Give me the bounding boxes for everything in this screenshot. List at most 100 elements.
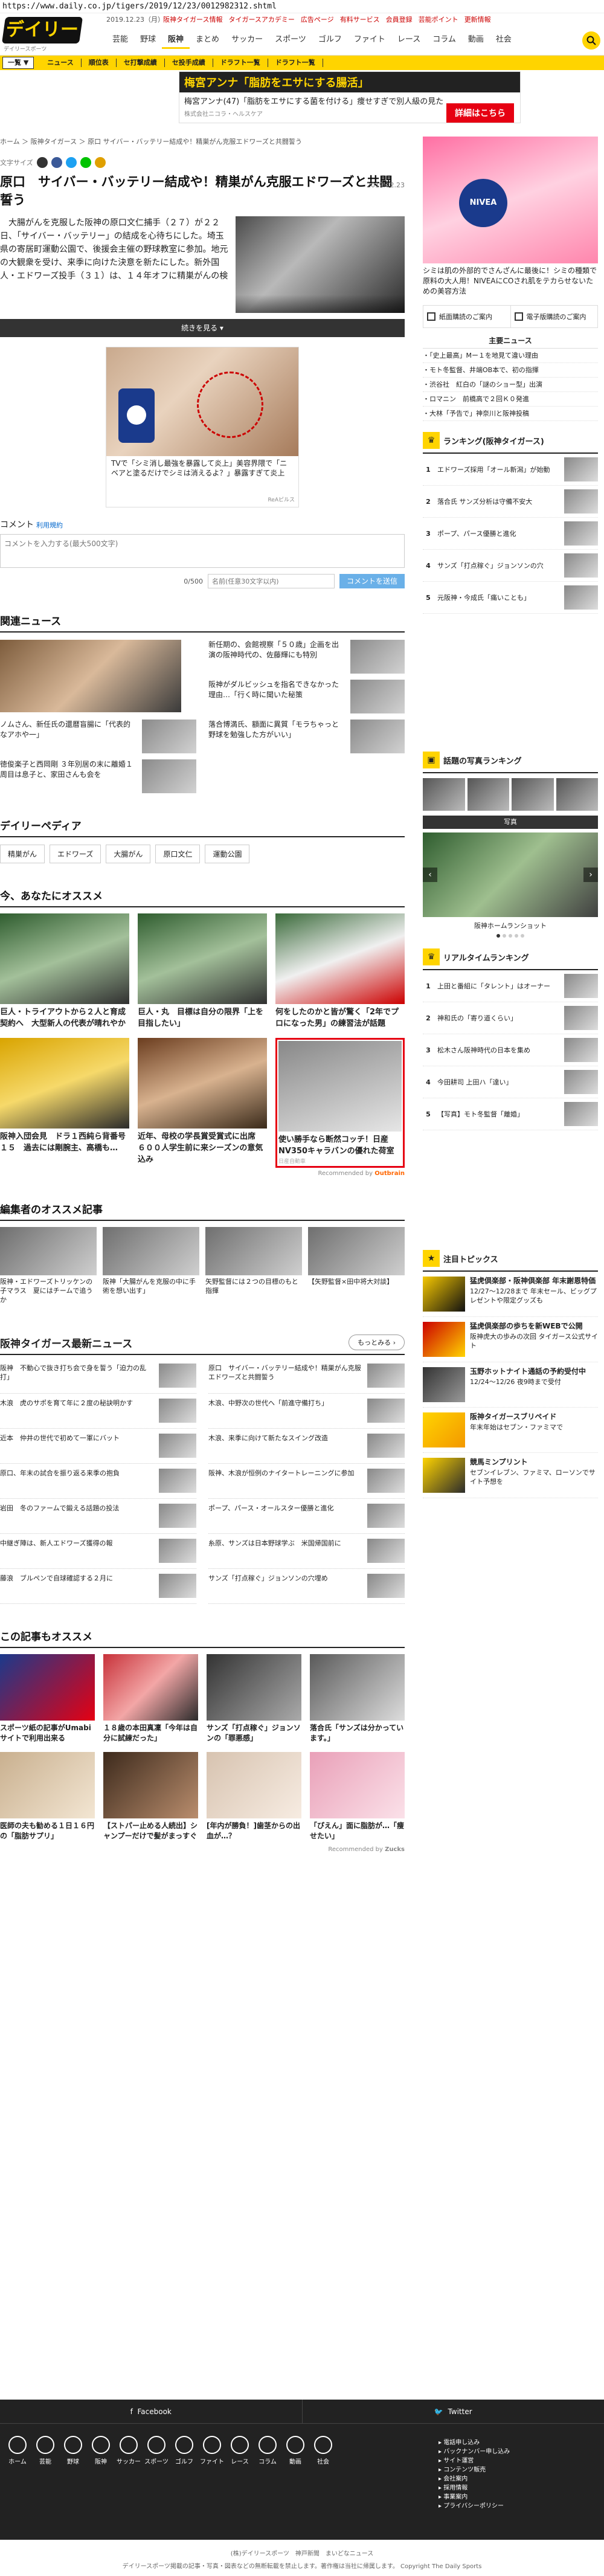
search-button[interactable] bbox=[582, 31, 600, 50]
topic-item[interactable]: 阪神タイガースブリペイド 年末年始はセブン・ファミマで bbox=[423, 1408, 598, 1453]
footer-nav-item[interactable]: 動画 bbox=[281, 2436, 309, 2465]
address-bar[interactable]: https://www.daily.co.jp/tigers/2019/12/2… bbox=[0, 0, 604, 13]
osusume-item[interactable]: 巨人・丸 目標は自分の限界「上を目指したい」 bbox=[138, 913, 267, 1029]
main-news-item[interactable]: 渋谷社 紅白の「謎のショー型」出演 bbox=[423, 378, 598, 392]
comment-input[interactable] bbox=[0, 534, 405, 568]
kono-item[interactable]: 落合氏「サンズは分かっています。」 bbox=[310, 1654, 405, 1744]
footer-link[interactable]: 電話申し込み bbox=[439, 2438, 510, 2447]
name-input[interactable] bbox=[207, 574, 335, 588]
footer-nav-home[interactable]: ホーム bbox=[4, 2436, 31, 2465]
main-news-item[interactable]: 「史上最高」Mー１を地見て違い理由 bbox=[423, 349, 598, 363]
latest-item[interactable]: ポープ、パース・オールスター優勝と進化 bbox=[208, 1499, 405, 1534]
ranking-item[interactable]: 3 ポープ、パース優勝と進化 bbox=[423, 518, 598, 550]
kono-item[interactable]: １８歳の本田真凜「今年は自分に試練だった」 bbox=[103, 1654, 198, 1744]
top-ad-cta-button[interactable]: 詳細はこちら bbox=[446, 103, 514, 123]
header-link[interactable]: 更新情報 bbox=[464, 14, 491, 24]
footer-link[interactable]: 会社案内 bbox=[439, 2475, 510, 2484]
related-item[interactable]: ノムさん、新任氏の還暦盲腸に「代表的なアホや一」 bbox=[0, 720, 196, 753]
digital-subscription-link[interactable]: 電子版購読のご案内 bbox=[511, 306, 598, 327]
latest-item[interactable]: 原口、年末の試合を振り返る来季の抱負 bbox=[0, 1464, 196, 1499]
footer-nav-item[interactable]: ゴルフ bbox=[170, 2436, 198, 2465]
photo-thumb[interactable] bbox=[556, 778, 598, 811]
latest-item[interactable]: 原口 サイバー・バッテリー結成や！精巣がん克服エドワーズと共闘誓う bbox=[208, 1359, 405, 1394]
nav-item-hanshin[interactable]: 阪神 bbox=[162, 33, 190, 49]
topic-item[interactable]: 玉野ホットナイト通話の予約受付中 12/24〜12/26 夜9時まで受付 bbox=[423, 1362, 598, 1408]
header-link[interactable]: 広告ページ bbox=[301, 14, 334, 24]
comment-submit-button[interactable]: コメントを送信 bbox=[339, 574, 405, 588]
zucks-credit[interactable]: Recommended by Zucks bbox=[0, 1846, 405, 1853]
footer-link[interactable]: バックナンバー申し込み bbox=[439, 2447, 510, 2456]
sub-nav-item[interactable]: セ投手成績 bbox=[165, 59, 213, 67]
sub-nav-item[interactable]: セ打撃成績 bbox=[117, 59, 165, 67]
footer-nav-item[interactable]: ファイト bbox=[198, 2436, 226, 2465]
pedia-tag[interactable]: 精巣がん bbox=[0, 845, 45, 863]
footer-nav-item[interactable]: サッカー bbox=[115, 2436, 143, 2465]
topic-item[interactable]: 猛虎倶楽部の歩ちを新WEBで公開 阪神虎大の歩みの次回 タイガース公式サイト bbox=[423, 1317, 598, 1362]
header-link[interactable]: タイガースアカデミー bbox=[228, 14, 294, 24]
nav-item-column[interactable]: コラム bbox=[426, 33, 462, 49]
osusume-item[interactable]: 巨人・トライアウトから２人と育成契約へ 大型新人の代表が晴れやか bbox=[0, 913, 129, 1029]
kono-item[interactable]: 【ストパー止める人続出】シャンプーだけで髪がまっすぐ bbox=[103, 1752, 198, 1841]
realtime-item[interactable]: 3 松木さん阪神時代の日本を集め bbox=[423, 1034, 598, 1066]
kono-item[interactable]: サンズ「打点稼ぐ」ジョンソンの「罪悪感」 bbox=[207, 1654, 301, 1744]
next-arrow-icon[interactable]: › bbox=[583, 868, 598, 882]
ranking-item[interactable]: 4 サンズ「打点稼ぐ」ジョンソンの穴 bbox=[423, 550, 598, 582]
osusume-item[interactable]: 阪神入団会見 ドラ１西純ら背番号１５ 過去には剛腕主、高橋も… bbox=[0, 1038, 129, 1168]
latest-more-button[interactable]: もっとみる › bbox=[349, 1335, 405, 1350]
pedia-tag[interactable]: 運動公園 bbox=[205, 845, 250, 863]
sidebar-ad[interactable] bbox=[423, 137, 598, 263]
related-item[interactable]: 落合博満氏、額面に異質「モラちゃっと野球を勉強した方がいい」 bbox=[208, 720, 405, 753]
nav-item-matome[interactable]: まとめ bbox=[190, 33, 225, 49]
realtime-item[interactable]: 4 今田耕司 上田ハ「達い」 bbox=[423, 1066, 598, 1098]
latest-item[interactable]: 藤浪 ブルペンで自球確認する２月に bbox=[0, 1569, 196, 1604]
sub-nav-item[interactable]: 順位表 bbox=[82, 59, 117, 67]
header-link[interactable]: 会員登録 bbox=[386, 14, 413, 24]
related-item[interactable]: 新任期の、会館視察「５０歳」企画を出演の阪神時代の、佐藤輝にも特別 bbox=[208, 640, 405, 674]
nav-item-sports[interactable]: スポーツ bbox=[269, 33, 312, 49]
photo-thumb[interactable] bbox=[467, 778, 509, 811]
latest-item[interactable]: 木浪、中野次の世代へ「前進守備打ち」 bbox=[208, 1394, 405, 1429]
latest-item[interactable]: 中継ぎ陣は、新人エドワーズ獲得の報 bbox=[0, 1534, 196, 1569]
nav-item-video[interactable]: 動画 bbox=[462, 33, 490, 49]
editor-pick-item[interactable]: 矢野監督には２つの目標のもと指揮 bbox=[205, 1227, 302, 1304]
facebook-link[interactable]: f Facebook bbox=[0, 2400, 303, 2423]
ranking-item[interactable]: 5 元阪神・今成氏「痛いことも」 bbox=[423, 582, 598, 614]
footer-nav-item[interactable]: 阪神 bbox=[87, 2436, 115, 2465]
site-logo[interactable]: デイリー bbox=[1, 17, 83, 43]
footer-nav-item[interactable]: スポーツ bbox=[143, 2436, 170, 2465]
nav-item-golf[interactable]: ゴルフ bbox=[312, 33, 348, 49]
sub-nav-menu[interactable]: 一覧 ▼ bbox=[2, 57, 34, 69]
related-item[interactable]: 阪神がダルビッシュを指名できなかった理由…「行く時に聞いた秘策 bbox=[208, 680, 405, 713]
sub-nav-item[interactable]: ドラフト一覧 bbox=[213, 59, 268, 67]
header-link[interactable]: 阪神タイガース情報 bbox=[163, 14, 222, 24]
nav-item-soccer[interactable]: サッカー bbox=[225, 33, 269, 49]
outbrain-credit[interactable]: Recommended by Outbrain bbox=[0, 1170, 405, 1177]
topic-item[interactable]: 猛虎倶楽部・阪神倶楽部 年末謝恩特価 12/27〜12/28まで 年末セール、ビッ… bbox=[423, 1272, 598, 1317]
footer-link[interactable]: サイト運営 bbox=[439, 2456, 510, 2465]
latest-item[interactable]: 糸原、サンズは日本野球学ぶ 米国帰国前に bbox=[208, 1534, 405, 1569]
kono-item[interactable]: スポーツ紙の記事がUmabiサイトで利用出来る bbox=[0, 1654, 95, 1744]
twitter-link[interactable]: 🐦 Twitter bbox=[303, 2400, 604, 2423]
osusume-item[interactable]: 近年、母校の学長賞受賞式に出席 ６００人学生前に来シーズンの意気込み bbox=[138, 1038, 267, 1168]
kono-item[interactable]: 「ぴえん」面に脂肪が…「痩せたい」 bbox=[310, 1752, 405, 1841]
main-news-item[interactable]: ロマニン 前橋高で２回Ｋ０発進 bbox=[423, 392, 598, 407]
footer-nav-item[interactable]: コラム bbox=[254, 2436, 281, 2465]
header-link[interactable]: 有料サービス bbox=[340, 14, 380, 24]
osusume-item[interactable]: 何をしたのかと皆が驚く「2年でプロになった男」の練習法が話題 bbox=[275, 913, 405, 1029]
latest-item[interactable]: 近本 仲井の世代で初めて一軍にバット bbox=[0, 1429, 196, 1464]
nav-item-fight[interactable]: ファイト bbox=[348, 33, 391, 49]
hatena-share-icon[interactable] bbox=[94, 157, 106, 168]
footer-link[interactable]: コンテンツ販売 bbox=[439, 2465, 510, 2475]
footer-link[interactable]: 採用情報 bbox=[439, 2484, 510, 2493]
font-size-button[interactable] bbox=[36, 157, 48, 168]
nav-item-shakai[interactable]: 社会 bbox=[490, 33, 518, 49]
article-photo[interactable] bbox=[236, 216, 405, 313]
footer-nav-item[interactable]: 野球 bbox=[59, 2436, 87, 2465]
prev-arrow-icon[interactable]: ‹ bbox=[423, 868, 437, 882]
pedia-tag[interactable]: エドワーズ bbox=[50, 845, 101, 863]
top-ad-banner[interactable]: 梅宮アンナ「脂肪をエサにする腸活」 梅宮アンナ(47)「脂肪をエサにする菌を付け… bbox=[179, 71, 521, 123]
twitter-share-icon[interactable] bbox=[65, 157, 77, 168]
latest-item[interactable]: 阪神 不動心で抜き打ち会で身を誓う「迫力の乱打」 bbox=[0, 1359, 196, 1394]
latest-item[interactable]: 木浪 虎のサポを育て年に２度の秘訣明かす bbox=[0, 1394, 196, 1429]
editor-pick-item[interactable]: 阪神・エドワーズトリッケンの子マラス 夏にはチームで追うか bbox=[0, 1227, 97, 1304]
